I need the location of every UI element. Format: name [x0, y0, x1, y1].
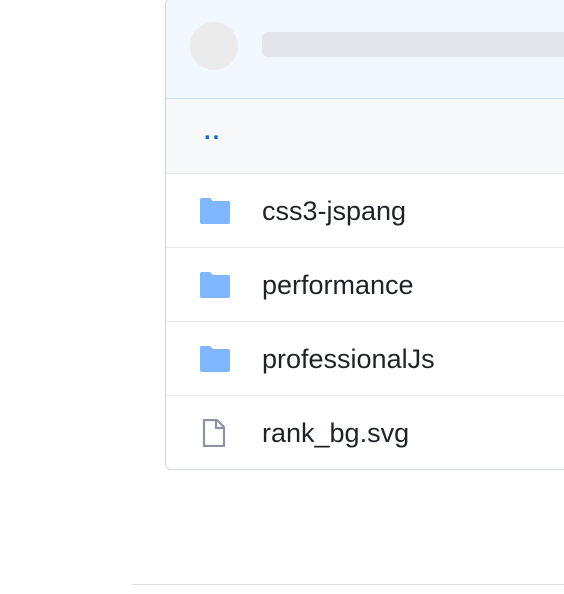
parent-directory-link[interactable]: ..	[204, 115, 221, 149]
footer-divider	[132, 584, 564, 585]
file-name[interactable]: professionalJs	[262, 342, 435, 376]
file-row-performance[interactable]: performance	[166, 247, 564, 321]
commit-message-skeleton	[262, 32, 564, 57]
file-name[interactable]: performance	[262, 268, 414, 302]
folder-icon	[200, 198, 230, 224]
file-browser: .. css3-jspang performance professionalJ…	[165, 0, 564, 470]
file-row-rank-bg-svg[interactable]: rank_bg.svg	[166, 395, 564, 469]
file-name[interactable]: css3-jspang	[262, 194, 406, 228]
folder-icon	[200, 346, 230, 372]
latest-commit-header	[166, 0, 564, 99]
folder-icon	[200, 272, 230, 298]
file-row-css3-jspang[interactable]: css3-jspang	[166, 173, 564, 247]
file-icon	[202, 419, 226, 447]
avatar-placeholder	[190, 22, 238, 70]
parent-directory-row[interactable]: ..	[166, 99, 564, 173]
file-row-professionalJs[interactable]: professionalJs	[166, 321, 564, 395]
file-name[interactable]: rank_bg.svg	[262, 416, 409, 450]
